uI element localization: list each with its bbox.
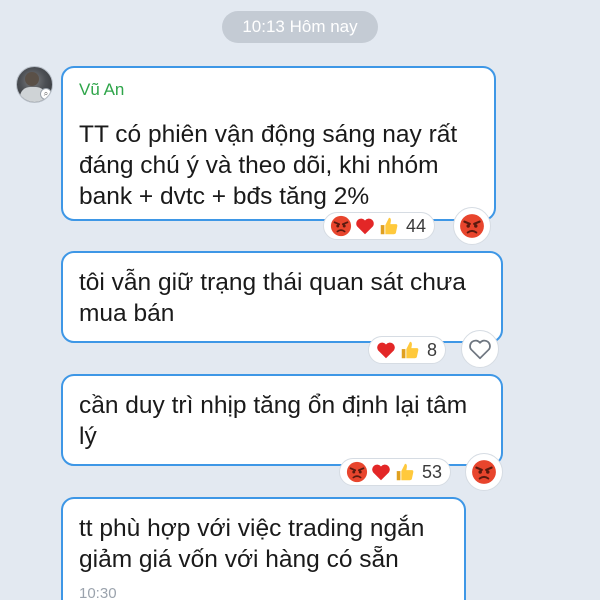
reaction-summary[interactable]: 53	[339, 458, 452, 486]
thumbs-up-icon	[394, 461, 416, 483]
reaction-summary[interactable]: 44	[323, 212, 436, 240]
chat-screen: 10:13 Hôm nay ⌕ Vũ An TT có phiên vận độ…	[0, 0, 600, 600]
message-text: tôi vẫn giữ trạng thái quan sát chưa mua…	[79, 269, 466, 327]
red-heart-icon	[375, 339, 397, 361]
react-button[interactable]	[453, 207, 491, 245]
reaction-summary[interactable]: 8	[368, 336, 447, 364]
reaction-count: 53	[422, 461, 443, 482]
message-bubble[interactable]: cần duy trì nhịp tăng ổn định lại tâm lý	[61, 374, 503, 466]
sender-name[interactable]: Vũ An	[79, 80, 124, 100]
message-timestamp: 10:30	[79, 585, 117, 600]
angry-face-icon	[346, 461, 368, 483]
avatar-badge-icon: ⌕	[40, 88, 52, 100]
react-button[interactable]	[461, 330, 499, 368]
red-heart-icon	[354, 215, 376, 237]
message-bubble[interactable]: tt phù hợp với việc trading ngắn giảm gi…	[61, 497, 466, 600]
message-text: cần duy trì nhịp tăng ổn định lại tâm lý	[79, 392, 468, 450]
message-text: TT có phiên vận động sáng nay rất đáng c…	[79, 121, 458, 210]
angry-face-icon	[459, 213, 485, 239]
react-button[interactable]	[465, 453, 503, 491]
thumbs-up-icon	[399, 339, 421, 361]
message-text: tt phù hợp với việc trading ngắn giảm gi…	[79, 515, 425, 573]
reaction-count: 8	[427, 339, 438, 360]
angry-face-icon	[330, 215, 352, 237]
date-separator: 10:13 Hôm nay	[222, 11, 378, 43]
heart-outline-icon	[467, 336, 493, 362]
angry-face-icon	[471, 459, 497, 485]
reaction-count: 44	[406, 215, 427, 236]
thumbs-up-icon	[378, 215, 400, 237]
avatar[interactable]: ⌕	[16, 66, 53, 103]
red-heart-icon	[370, 461, 392, 483]
avatar-face	[25, 72, 39, 86]
message-bubble[interactable]: Vũ An TT có phiên vận động sáng nay rất …	[61, 66, 496, 221]
message-bubble[interactable]: tôi vẫn giữ trạng thái quan sát chưa mua…	[61, 251, 503, 343]
